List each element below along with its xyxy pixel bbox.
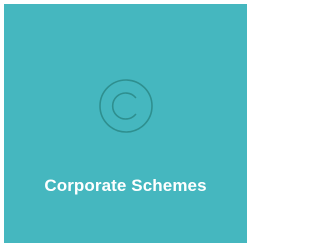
tile-label: Corporate Schemes xyxy=(44,176,207,195)
copyright-icon xyxy=(96,76,156,136)
corporate-schemes-tile[interactable]: Corporate Schemes xyxy=(4,4,247,243)
